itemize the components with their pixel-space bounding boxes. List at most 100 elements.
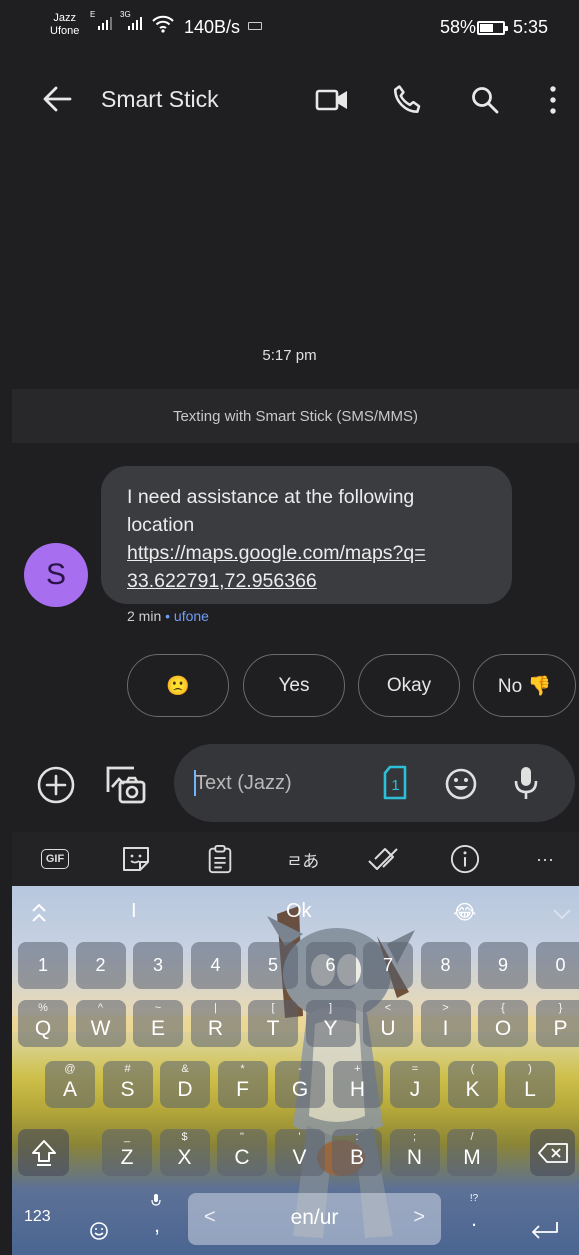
key-0[interactable]: 0: [535, 942, 579, 989]
key-w[interactable]: ^ W: [75, 1000, 126, 1047]
key-label: 4: [210, 955, 221, 975]
key-label: 8: [440, 955, 451, 975]
key-x[interactable]: $ X: [159, 1129, 210, 1176]
key-label: P: [553, 1017, 568, 1040]
key-label: 5: [267, 955, 278, 975]
key-c[interactable]: " C: [217, 1129, 267, 1176]
key-label: C: [234, 1146, 250, 1169]
more-options-button[interactable]: [533, 80, 573, 120]
key-f[interactable]: * F: [217, 1061, 268, 1108]
key-s[interactable]: # S: [102, 1061, 153, 1108]
info-icon[interactable]: [449, 844, 481, 874]
key-l[interactable]: ) L: [505, 1061, 555, 1108]
key-4[interactable]: 4: [190, 942, 241, 989]
key-alt-label: *: [240, 1063, 245, 1075]
backspace-key[interactable]: [530, 1129, 575, 1176]
key-label: U: [380, 1017, 396, 1040]
back-arrow-icon[interactable]: [40, 82, 74, 116]
key-u[interactable]: < U: [363, 1000, 413, 1047]
message-compose-field[interactable]: Text (Jazz) 1: [174, 744, 575, 822]
suggestion-emoji[interactable]: 😂: [453, 900, 476, 925]
key-alt-label: %: [38, 1002, 48, 1014]
period-key[interactable]: !? .: [454, 1191, 494, 1238]
keyboard-toolbar: GIF ㄹあ ···: [12, 832, 579, 886]
key-1[interactable]: 1: [18, 942, 68, 989]
carrier-2: Ufone: [50, 25, 80, 37]
emoji-key-icon[interactable]: [89, 1206, 109, 1255]
key-label: M: [463, 1146, 481, 1169]
key-b[interactable]: :B: [332, 1129, 382, 1176]
suggestion-2[interactable]: Ok: [286, 900, 312, 923]
key-m[interactable]: / M: [447, 1129, 497, 1176]
key-alt-label: ): [528, 1063, 532, 1075]
key-p[interactable]: } P: [535, 1000, 579, 1047]
expand-suggestions-icon[interactable]: [552, 908, 572, 920]
key-8[interactable]: 8: [420, 942, 471, 989]
space-bar[interactable]: < en/ur >: [188, 1193, 441, 1245]
key-alt-label: :: [355, 1131, 359, 1143]
battery-level: [480, 24, 493, 32]
key-7[interactable]: 7: [363, 942, 413, 989]
key-i[interactable]: > I: [420, 1000, 471, 1047]
key-k[interactable]: (K: [447, 1061, 498, 1108]
gif-button[interactable]: GIF: [38, 844, 72, 874]
sim2-signal-icon: 3G: [120, 10, 142, 30]
emoji-icon[interactable]: [444, 767, 478, 801]
add-attachment-icon[interactable]: [36, 765, 76, 805]
translate-icon[interactable]: ㄹあ: [283, 844, 323, 874]
contact-avatar[interactable]: S: [24, 543, 88, 607]
key-q[interactable]: % Q: [18, 1000, 68, 1047]
smart-reply-yes[interactable]: Yes: [243, 654, 345, 717]
spell-check-icon[interactable]: [366, 844, 400, 874]
mic-hint-icon: [151, 1194, 161, 1206]
key-a[interactable]: @ A: [45, 1061, 95, 1108]
voice-input-icon[interactable]: [514, 765, 538, 801]
key-z[interactable]: _ Z: [102, 1129, 152, 1176]
gallery-camera-icon[interactable]: [104, 762, 148, 806]
symbols-key[interactable]: 123: [24, 1208, 64, 1255]
sim1-network-type: E: [90, 10, 96, 19]
key-label: Q: [34, 1017, 52, 1040]
gif-icon: GIF: [40, 849, 70, 869]
shift-key[interactable]: [18, 1129, 69, 1176]
smart-reply-sad-emoji[interactable]: 🙁: [127, 654, 229, 717]
key-3[interactable]: 3: [133, 942, 183, 989]
maps-link-line-1: https://maps.google.com/maps?q=: [127, 542, 426, 564]
more-tools-button[interactable]: ···: [530, 844, 560, 874]
sticker-icon[interactable]: [120, 844, 154, 874]
key-j[interactable]: = J: [390, 1061, 440, 1108]
key-label: 6: [325, 955, 336, 975]
comma-key[interactable]: ,: [137, 1191, 177, 1238]
key-5[interactable]: 5: [248, 942, 298, 989]
suggestion-1[interactable]: I: [131, 900, 137, 923]
key-label: B: [349, 1146, 364, 1169]
enter-icon[interactable]: [529, 1206, 561, 1255]
key-r[interactable]: | R: [190, 1000, 241, 1047]
key-e[interactable]: ~ E: [133, 1000, 183, 1047]
key-6[interactable]: 6: [305, 942, 356, 989]
sim-selector-icon[interactable]: 1: [382, 765, 408, 801]
smart-reply-okay[interactable]: Okay: [358, 654, 460, 717]
key-g[interactable]: -G: [275, 1061, 325, 1108]
key-n[interactable]: ; N: [389, 1129, 440, 1176]
key-2[interactable]: 2: [75, 942, 126, 989]
incoming-message-bubble[interactable]: I need assistance at the following locat…: [101, 466, 512, 604]
key-o[interactable]: {O: [478, 1000, 528, 1047]
maps-link[interactable]: https://maps.google.com/maps?q= 33.62279…: [127, 539, 486, 595]
sim-number: 1: [391, 777, 399, 794]
smart-reply-no[interactable]: No 👎: [473, 654, 576, 717]
key-9[interactable]: 9: [478, 942, 528, 989]
collapse-keyboard-icon[interactable]: [31, 903, 47, 923]
key-t[interactable]: [T: [248, 1000, 298, 1047]
compose-placeholder: Text (Jazz): [195, 772, 292, 794]
key-h[interactable]: + H: [332, 1061, 383, 1108]
search-button[interactable]: [465, 80, 505, 120]
key-d[interactable]: & D: [160, 1061, 210, 1108]
video-call-button[interactable]: [312, 80, 352, 120]
keyboard: I Ok 😂 1234567890 % Q ^ W ~ E | R[T] Y < U > I{O} P @…: [12, 886, 579, 1255]
key-y[interactable]: ] Y: [305, 1000, 356, 1047]
phone-call-button[interactable]: [387, 80, 427, 120]
key-v[interactable]: ' V: [274, 1129, 325, 1176]
clipboard-icon[interactable]: [206, 844, 234, 874]
meta-separator: •: [161, 608, 174, 624]
